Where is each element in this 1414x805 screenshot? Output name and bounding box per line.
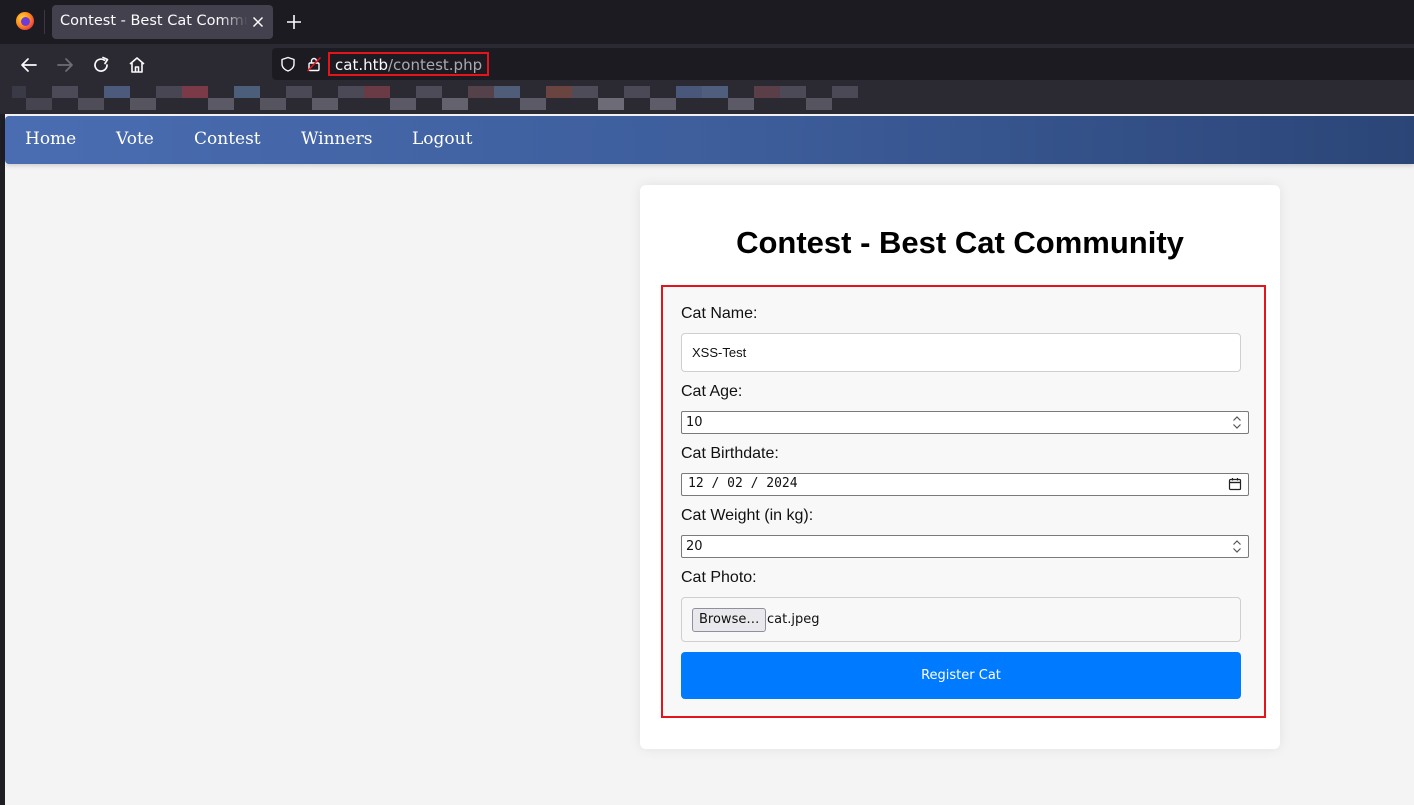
back-arrow-icon[interactable] xyxy=(18,54,40,76)
nav-link-logout[interactable]: Logout xyxy=(412,129,472,149)
url-bar[interactable]: cat.htb/contest.php xyxy=(272,48,1414,80)
window-left-edge xyxy=(0,114,5,805)
url-host: cat.htb xyxy=(335,56,388,74)
cat-weight-label: Cat Weight (in kg): xyxy=(681,507,814,524)
browse-button[interactable]: Browse… xyxy=(692,608,767,632)
insecure-lock-icon[interactable] xyxy=(306,56,322,72)
cat-name-input[interactable] xyxy=(681,333,1241,372)
cat-weight-value: 20 xyxy=(686,539,703,554)
tab-divider xyxy=(44,10,45,34)
calendar-icon[interactable] xyxy=(1228,477,1242,491)
cat-birthdate-label: Cat Birthdate: xyxy=(681,445,779,462)
cat-birthdate-value: 12 / 02 / 2024 xyxy=(688,476,798,491)
register-cat-button[interactable]: Register Cat xyxy=(681,652,1241,699)
nav-link-contest[interactable]: Contest xyxy=(194,129,261,149)
site-navbar: Home Vote Contest Winners Logout xyxy=(5,116,1414,164)
contest-card: Contest - Best Cat Community Cat Name: C… xyxy=(640,185,1280,749)
selected-file-name: cat.jpeg xyxy=(767,612,820,627)
cat-name-label: Cat Name: xyxy=(681,305,758,322)
tab-title: Contest - Best Cat Community xyxy=(60,13,248,29)
cat-photo-label: Cat Photo: xyxy=(681,569,757,586)
home-icon[interactable] xyxy=(126,54,148,76)
cat-birthdate-input[interactable]: 12 / 02 / 2024 xyxy=(681,473,1249,496)
registration-form: Cat Name: Cat Age: 10 Cat Birthdate: 12 … xyxy=(661,285,1266,718)
nav-link-winners[interactable]: Winners xyxy=(301,129,372,149)
cat-photo-file-input[interactable]: Browse… cat.jpeg xyxy=(681,597,1241,642)
forward-arrow-icon[interactable] xyxy=(54,54,76,76)
browser-tab-active[interactable]: Contest - Best Cat Community xyxy=(52,5,273,39)
url-path: /contest.php xyxy=(388,56,483,74)
blurred-bookmarks xyxy=(12,86,858,110)
reload-icon[interactable] xyxy=(90,54,112,76)
cat-age-input[interactable]: 10 xyxy=(681,411,1249,434)
url-text[interactable]: cat.htb/contest.php xyxy=(328,52,490,76)
bookmarks-toolbar xyxy=(0,86,1414,114)
page-title: Contest - Best Cat Community xyxy=(736,225,1184,260)
nav-link-vote[interactable]: Vote xyxy=(116,129,154,149)
nav-link-home[interactable]: Home xyxy=(25,129,76,149)
close-icon[interactable] xyxy=(249,13,267,31)
cat-weight-input[interactable]: 20 xyxy=(681,535,1249,558)
firefox-logo-icon[interactable] xyxy=(16,12,34,30)
shield-icon[interactable] xyxy=(280,56,296,72)
new-tab-plus-icon[interactable] xyxy=(285,13,303,31)
spinner-arrows-icon[interactable] xyxy=(1230,414,1244,431)
cat-age-value: 10 xyxy=(686,415,703,430)
cat-age-label: Cat Age: xyxy=(681,383,743,400)
browser-tab-strip: Contest - Best Cat Community xyxy=(0,0,1414,44)
spinner-arrows-icon[interactable] xyxy=(1230,538,1244,555)
browser-toolbar: cat.htb/contest.php xyxy=(0,44,1414,86)
